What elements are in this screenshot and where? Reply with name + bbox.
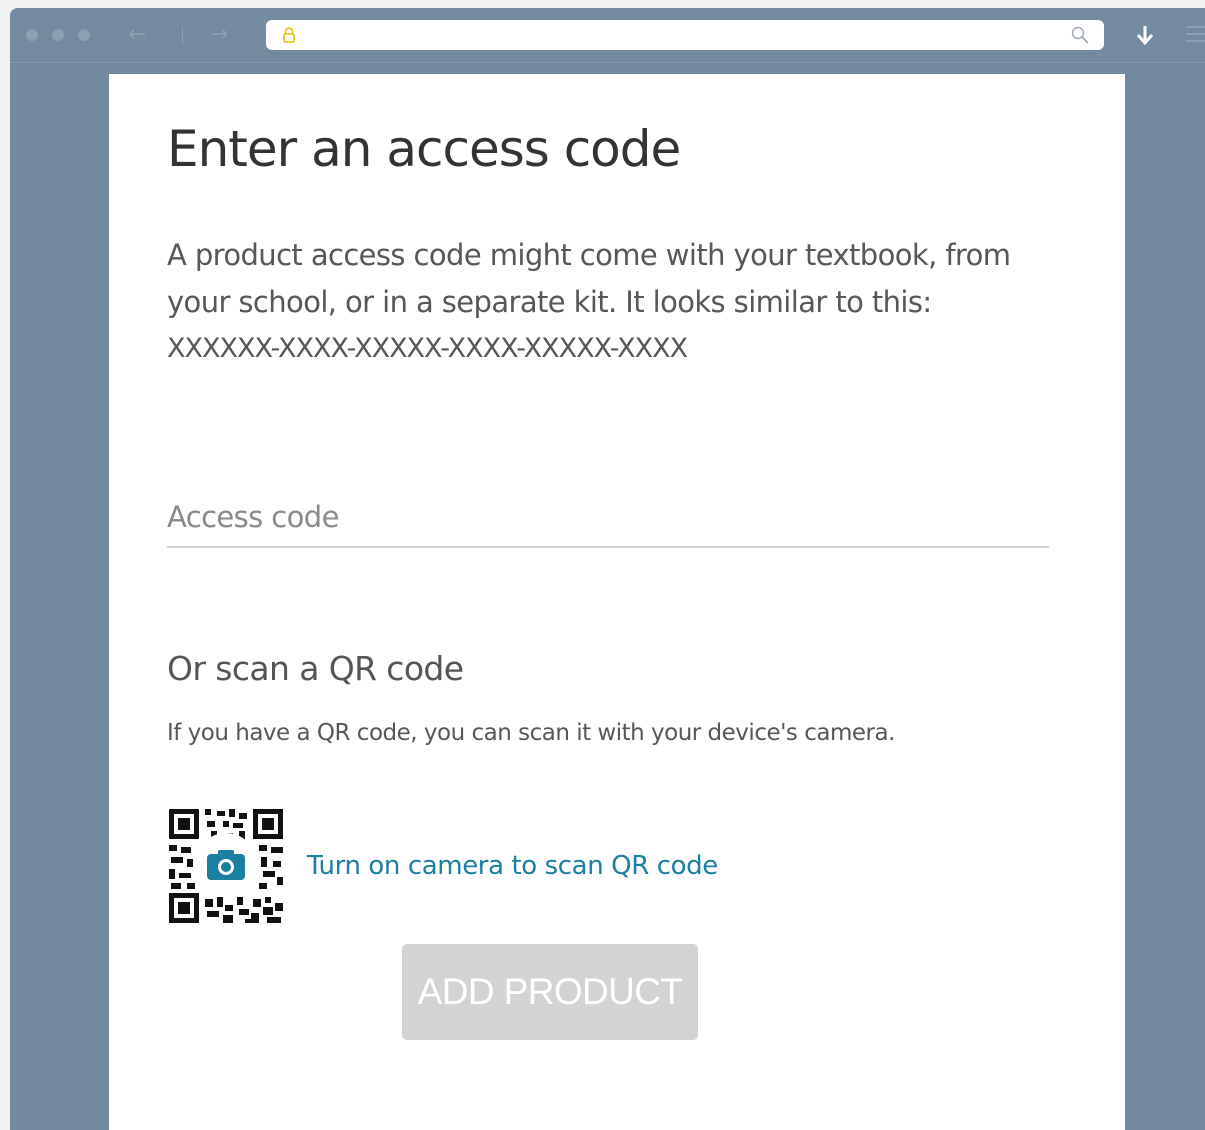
nav-divider — [182, 26, 183, 44]
forward-icon[interactable]: → — [210, 20, 228, 50]
window-minimize-dot[interactable] — [52, 29, 64, 41]
search-icon[interactable] — [1070, 25, 1090, 45]
page-title: Enter an access code — [167, 120, 681, 178]
address-bar[interactable] — [266, 20, 1104, 50]
browser-window: ← → Enter an access code A product acces… — [10, 8, 1205, 1130]
camera-icon — [207, 850, 245, 880]
add-product-button[interactable]: ADD PRODUCT — [402, 944, 698, 1040]
access-code-field[interactable] — [167, 492, 1049, 548]
access-code-description: A product access code might come with yo… — [167, 238, 1011, 319]
scan-qr-link[interactable]: Turn on camera to scan QR code — [307, 851, 718, 881]
menu-icon[interactable] — [1186, 26, 1205, 44]
back-icon[interactable]: ← — [128, 20, 146, 50]
qr-section-description: If you have a QR code, you can scan it w… — [167, 720, 895, 746]
lock-icon — [283, 27, 295, 43]
window-close-dot[interactable] — [26, 29, 38, 41]
card-content: Enter an access code A product access co… — [167, 114, 1049, 925]
qr-section-title: Or scan a QR code — [167, 649, 464, 688]
access-code-input[interactable] — [167, 492, 1049, 542]
access-code-card: Enter an access code A product access co… — [109, 74, 1125, 1130]
window-maximize-dot[interactable] — [78, 29, 90, 41]
sample-code: XXXXXX-XXXX-XXXXX-XXXX-XXXXX-XXXX — [167, 333, 688, 364]
qr-code-icon[interactable] — [167, 807, 285, 925]
browser-toolbar: ← → — [10, 8, 1205, 63]
download-icon[interactable] — [1134, 20, 1156, 50]
scan-qr-link-row[interactable]: Turn on camera to scan QR code — [167, 806, 867, 926]
